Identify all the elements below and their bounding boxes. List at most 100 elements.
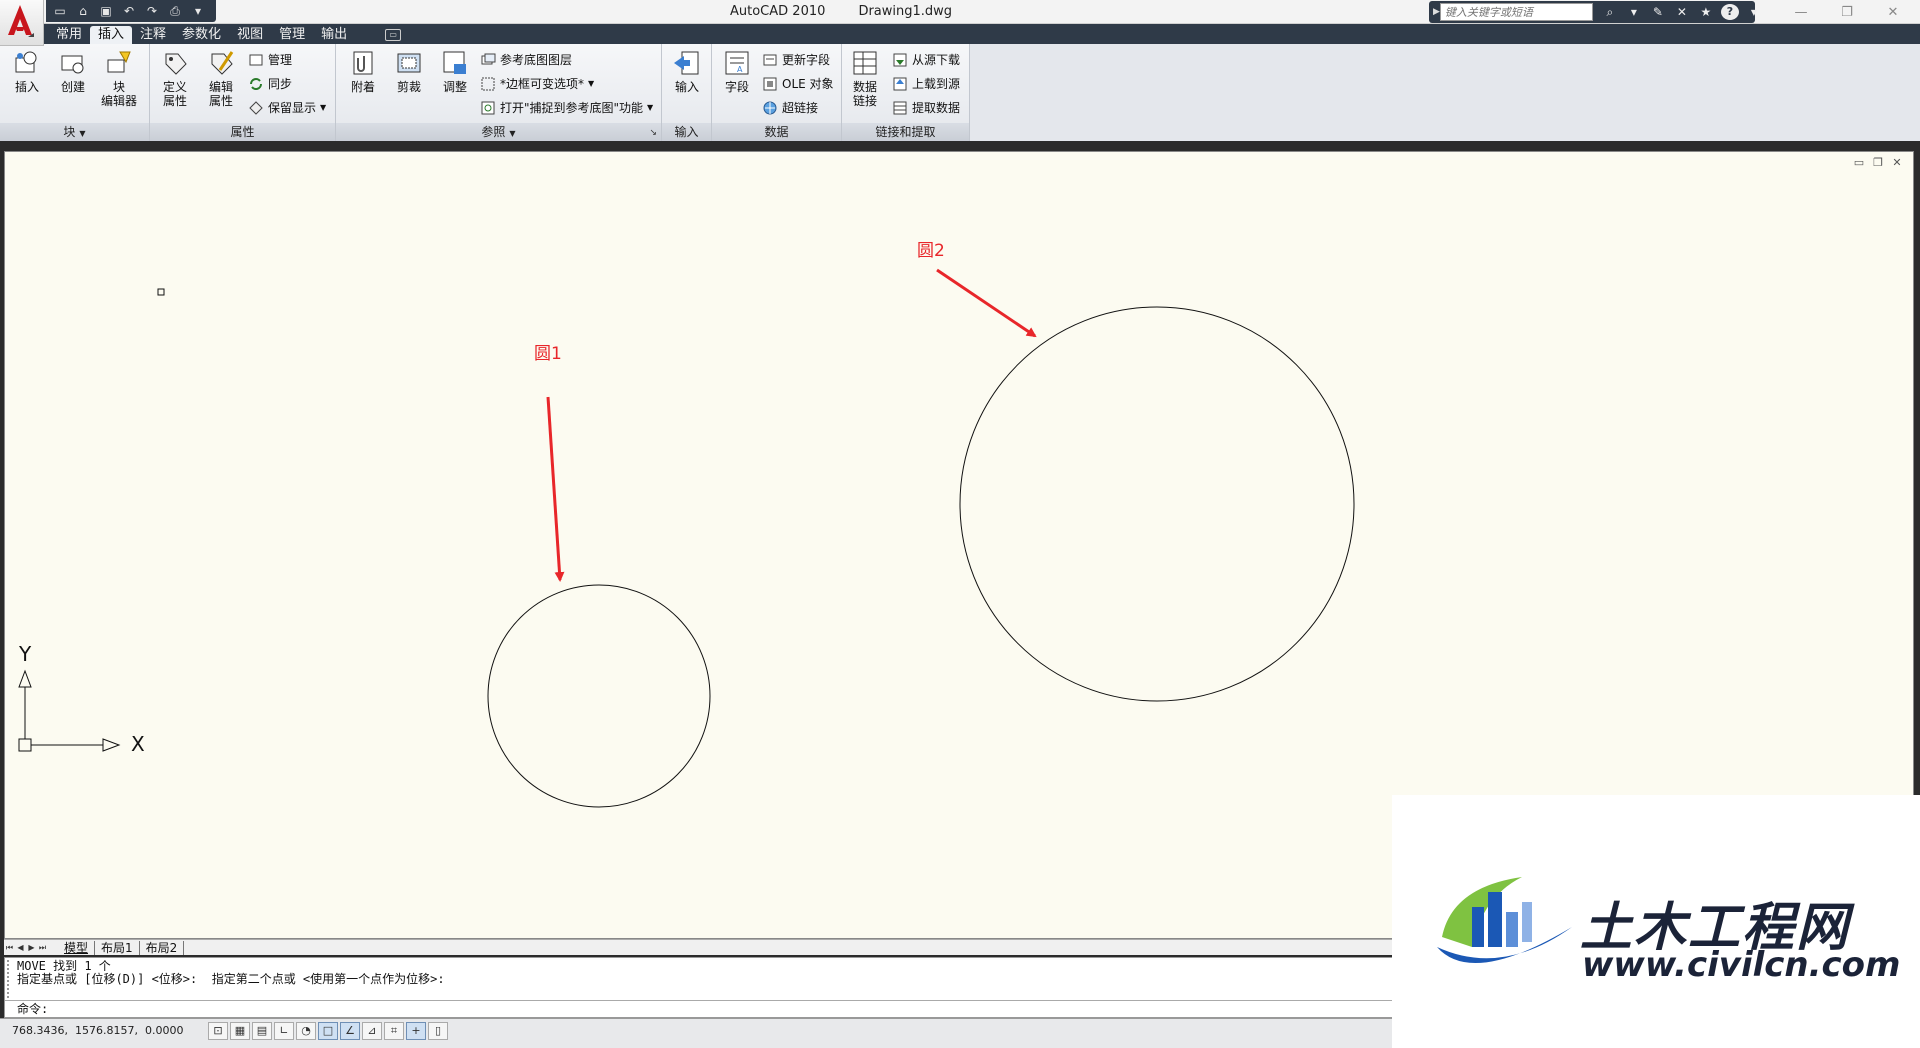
new-file-icon[interactable]: ▭ xyxy=(50,2,70,20)
dynamic-input-icon[interactable]: ⌗ xyxy=(384,1022,404,1040)
edit-attributes-button[interactable]: 编辑 属性 xyxy=(200,48,242,108)
extract-data-button[interactable]: 提取数据 xyxy=(892,98,960,118)
insert-block-button[interactable]: 插入 xyxy=(6,48,48,94)
panel-title-import[interactable]: 输入 xyxy=(662,123,711,141)
quick-properties-icon[interactable]: ▯ xyxy=(428,1022,448,1040)
ortho-mode-icon[interactable]: ∟ xyxy=(274,1022,294,1040)
retain-dropdown-icon: ▼ xyxy=(320,103,327,112)
clip-button[interactable]: 剪裁 xyxy=(388,48,430,94)
circle-1[interactable] xyxy=(487,584,711,808)
open-file-icon[interactable]: ⌂ xyxy=(73,2,93,20)
adjust-button[interactable]: 调整 xyxy=(434,48,476,94)
infer-constraints-icon[interactable]: ⊡ xyxy=(208,1022,228,1040)
object-snap-tracking-icon[interactable]: ∠ xyxy=(340,1022,360,1040)
upload-to-source-button[interactable]: 上载到源 xyxy=(892,74,960,94)
frame-options-button[interactable]: *边框可变选项* ▼ xyxy=(480,74,594,94)
command-grip-icon[interactable] xyxy=(7,960,13,998)
application-menu-button[interactable] xyxy=(0,0,44,46)
underlay-layers-icon xyxy=(480,52,496,68)
tools-icon[interactable]: ✕ xyxy=(1673,5,1691,19)
field-button[interactable]: A 字段 xyxy=(716,48,758,94)
hyperlink-label: 超链接 xyxy=(782,101,819,115)
manage-attributes-button[interactable]: 管理 xyxy=(248,50,292,70)
panel-title-link-extract[interactable]: 链接和提取 xyxy=(842,123,969,141)
undo-icon[interactable]: ↶ xyxy=(119,2,139,20)
panel-block: 插入 创建 块 编辑器 块 ▼ xyxy=(0,44,150,141)
import-button[interactable]: 输入 xyxy=(666,48,708,94)
minimize-icon[interactable]: — xyxy=(1778,0,1824,24)
circle-2[interactable] xyxy=(959,306,1355,702)
tab-manage[interactable]: 管理 xyxy=(271,26,313,44)
search-input[interactable] xyxy=(1439,3,1593,21)
tab-insert[interactable]: 插入 xyxy=(90,26,133,44)
data-link-label-2: 链接 xyxy=(852,94,877,108)
star-icon[interactable]: ★ xyxy=(1697,5,1715,19)
upload-to-source-label: 上载到源 xyxy=(912,77,961,91)
data-link-button[interactable]: 数据 链接 xyxy=(844,48,886,108)
create-block-button[interactable]: 创建 xyxy=(52,48,94,94)
prev-layout-icon[interactable]: ◀ xyxy=(15,943,26,952)
tab-parametric[interactable]: 参数化 xyxy=(174,26,229,44)
dynamic-ucs-icon[interactable]: ⊿ xyxy=(362,1022,382,1040)
window-title: AutoCAD 2010 Drawing1.dwg xyxy=(730,4,952,19)
wrench-icon[interactable]: ✎ xyxy=(1649,5,1667,19)
attribute-manager-icon xyxy=(248,52,264,68)
snap-underlay-button[interactable]: 打开"捕捉到参考底图"功能 ▼ xyxy=(480,98,653,118)
block-editor-button[interactable]: 块 编辑器 xyxy=(98,48,140,108)
doc-restore-icon[interactable]: ❐ xyxy=(1870,156,1886,169)
panel-title-reference[interactable]: 参照 ▼ xyxy=(336,123,661,141)
define-attributes-button[interactable]: 定义 属性 xyxy=(154,48,196,108)
object-snap-icon[interactable]: □ xyxy=(318,1022,338,1040)
layout-tab-layout2[interactable]: 布局2 xyxy=(140,940,185,955)
download-from-source-button[interactable]: 从源下载 xyxy=(892,50,960,70)
expand-search-icon[interactable]: ▶ xyxy=(1433,7,1440,17)
ole-object-button[interactable]: OLE 对象 xyxy=(762,74,834,94)
layout-tab-layout1[interactable]: 布局1 xyxy=(95,940,140,955)
polar-tracking-icon[interactable]: ◔ xyxy=(296,1022,316,1040)
grid-display-icon[interactable]: ▤ xyxy=(252,1022,272,1040)
snap-dropdown-icon: ▼ xyxy=(647,103,654,112)
tab-output[interactable]: 输出 xyxy=(313,26,355,44)
tab-annotate[interactable]: 注释 xyxy=(132,26,174,44)
retain-display-button[interactable]: 保留显示 ▼ xyxy=(248,98,326,118)
panel-title-data[interactable]: 数据 xyxy=(712,123,841,141)
dropdown-icon[interactable]: ▾ xyxy=(1625,5,1643,19)
save-icon[interactable]: ▣ xyxy=(96,2,116,20)
attach-button[interactable]: 附着 xyxy=(342,48,384,94)
underlay-layers-button[interactable]: 参考底图图层 xyxy=(480,50,572,70)
update-fields-button[interactable]: 更新字段 xyxy=(762,50,830,70)
help-dropdown-icon[interactable]: ▾ xyxy=(1745,5,1763,19)
panel-title-attributes[interactable]: 属性 xyxy=(150,123,335,141)
sync-attributes-button[interactable]: 同步 xyxy=(248,74,292,94)
ribbon-minimize-icon[interactable]: ▭ xyxy=(385,29,402,41)
doc-close-icon[interactable]: ✕ xyxy=(1889,156,1905,169)
redo-icon[interactable]: ↷ xyxy=(142,2,162,20)
help-icon[interactable]: ? xyxy=(1720,4,1739,20)
first-layout-icon[interactable]: ⏮ xyxy=(4,943,15,953)
tab-view[interactable]: 视图 xyxy=(229,26,271,44)
dialog-launcher-icon[interactable]: ↘ xyxy=(649,128,657,138)
coordinates-readout[interactable]: 768.3436, 1576.8157, 0.0000 xyxy=(12,1024,183,1037)
binoculars-icon[interactable]: ⌕ xyxy=(1601,5,1619,20)
doc-minimize-icon[interactable]: ▭ xyxy=(1851,156,1867,169)
layout-tab-model[interactable]: 模型 xyxy=(58,940,96,955)
clip-icon xyxy=(394,48,424,78)
last-layout-icon[interactable]: ⏭ xyxy=(37,943,48,953)
adjust-label: 调整 xyxy=(442,80,467,94)
tab-home[interactable]: 常用 xyxy=(48,26,90,44)
lineweight-icon[interactable]: + xyxy=(406,1022,426,1040)
snap-mode-icon[interactable]: ▦ xyxy=(230,1022,250,1040)
restore-icon[interactable]: ❐ xyxy=(1824,0,1870,24)
infocenter: ▶ ⌕ ▾ ✎ ✕ ★ ? ▾ xyxy=(1429,1,1757,23)
snap-underlay-label: 打开"捕捉到参考底图"功能 xyxy=(500,101,644,115)
label-circle-2: 圆2 xyxy=(917,241,945,261)
chevron-down-icon: ▼ xyxy=(79,129,86,138)
qat-dropdown-icon[interactable]: ▾ xyxy=(188,2,208,20)
panel-reference: 附着 剪裁 调整 参考底图图层 *边框可变选项* ▼ 打开"捕捉到参考底图"功能 xyxy=(336,44,662,141)
close-icon[interactable]: ✕ xyxy=(1870,0,1916,24)
print-icon[interactable]: ⎙ xyxy=(165,2,185,20)
hyperlink-button[interactable]: 超链接 xyxy=(762,98,818,118)
panel-title-block[interactable]: 块 ▼ xyxy=(0,123,149,141)
block-editor-label-2: 编辑器 xyxy=(100,94,137,108)
next-layout-icon[interactable]: ▶ xyxy=(26,943,37,952)
